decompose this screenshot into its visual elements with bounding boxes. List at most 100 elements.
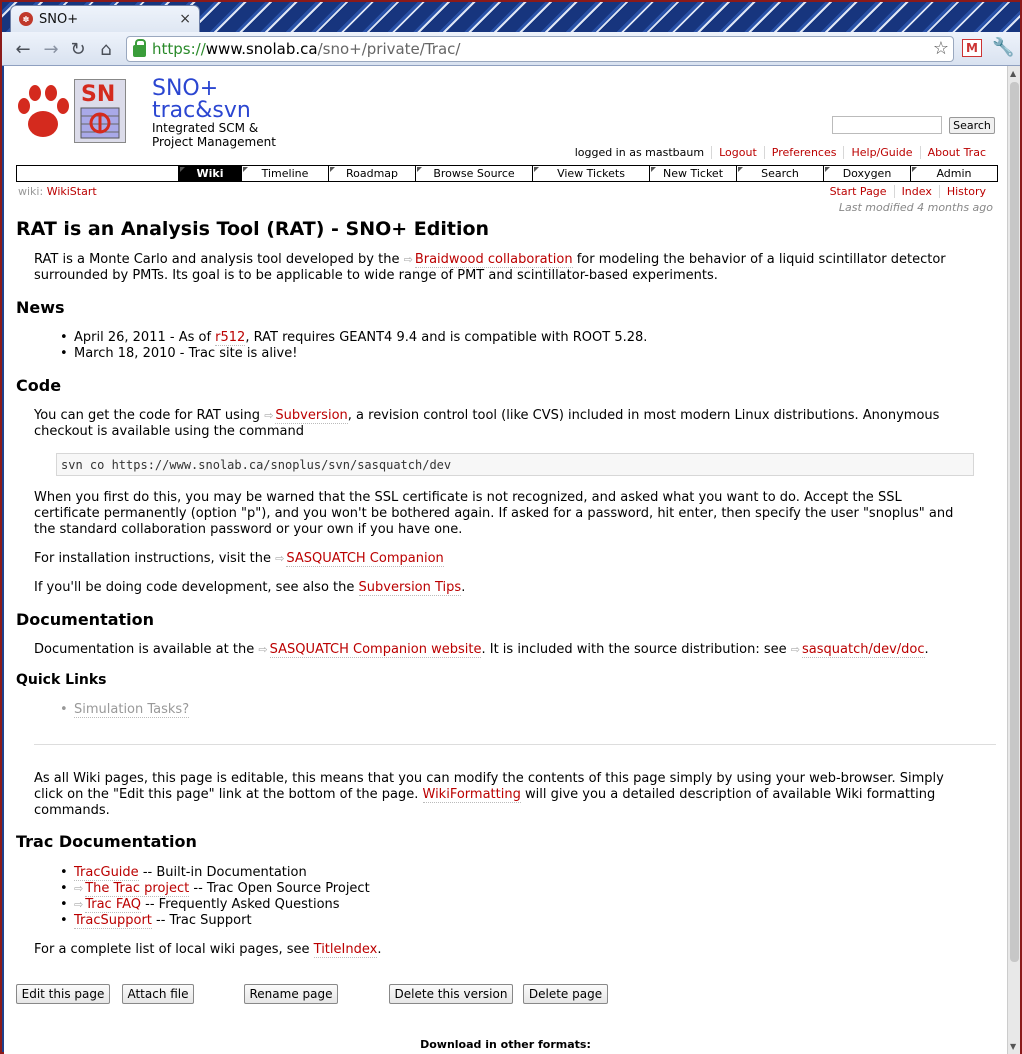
nav-admin[interactable]: Admin (910, 166, 997, 181)
back-arrow-icon[interactable]: ← (12, 38, 34, 60)
page-title: RAT is an Analysis Tool (RAT) - SNO+ Edi… (16, 218, 490, 240)
edit-page-button[interactable]: Edit this page (16, 984, 110, 1004)
external-link-icon: ⇨ (264, 409, 274, 422)
edit-text-2: click on the "Edit this page" link at th… (34, 787, 419, 802)
code-paragraph: You can get the code for RAT using ⇨ Subv… (34, 408, 994, 440)
nav-wiki[interactable]: Wiki (178, 166, 241, 181)
intro-text-3: surrounded by PMTs. Its goal is to be ap… (34, 268, 718, 283)
nav-browse-source[interactable]: Browse Source (415, 166, 532, 181)
delete-page-button[interactable]: Delete page (523, 984, 608, 1004)
sasquatch-companion-link[interactable]: SASQUATCH Companion (286, 551, 444, 567)
subversion-tips-link[interactable]: Subversion Tips (358, 580, 462, 596)
delete-version-button[interactable]: Delete this version (389, 984, 513, 1004)
install-text: For installation instructions, visit the (34, 551, 272, 566)
news-text: April 26, 2011 - As of (74, 330, 212, 345)
scroll-down-icon[interactable]: ▼ (1010, 1042, 1016, 1051)
simulation-tasks-link[interactable]: Simulation Tasks? (74, 702, 190, 718)
code-text-3: checkout is available using the command (34, 424, 304, 439)
url-path: /sno+/private/Trac/ (317, 40, 461, 58)
braidwood-link[interactable]: Braidwood collaboration (414, 252, 573, 268)
help-guide-link[interactable]: Help/Guide (843, 146, 919, 159)
ssl-paragraph: When you first do this, you may be warne… (34, 490, 994, 538)
nav-roadmap[interactable]: Roadmap (328, 166, 415, 181)
home-icon[interactable]: ⌂ (95, 38, 117, 60)
doc-text-2: . It is included with the source distrib… (481, 642, 787, 657)
complete-text: For a complete list of local wiki pages,… (34, 942, 310, 957)
edit-text-1: As all Wiki pages, this page is editable… (34, 771, 944, 786)
download-formats-label: Download in other formats: (420, 1038, 591, 1051)
external-link-icon: ⇨ (790, 643, 801, 656)
svn-command-block: svn co https://www.snolab.ca/snoplus/svn… (56, 453, 974, 476)
title-index-link[interactable]: TitleIndex (313, 942, 378, 958)
search-input[interactable] (832, 116, 942, 134)
trac-project-link[interactable]: The Trac project (85, 881, 190, 897)
logout-link[interactable]: Logout (711, 146, 764, 159)
trac-doc-item: ⇨The Trac project -- Trac Open Source Pr… (60, 881, 370, 897)
dev-text: If you'll be doing code development, see… (34, 580, 355, 595)
editable-paragraph: As all Wiki pages, this page is editable… (34, 771, 994, 819)
browser-tab[interactable]: ✽ SNO+ × (10, 5, 200, 32)
documentation-paragraph: Documentation is available at the ⇨ SASQU… (34, 642, 994, 658)
close-tab-icon[interactable]: × (179, 11, 191, 27)
sno-logo: SN (74, 79, 126, 143)
intro-text-2: for modeling the behavior of a liquid sc… (576, 252, 946, 267)
wrench-menu-icon[interactable]: 🔧 (992, 37, 1014, 58)
install-paragraph: For installation instructions, visit the… (34, 551, 994, 567)
history-link[interactable]: History (938, 185, 993, 198)
tab-title: SNO+ (39, 11, 79, 27)
wiki-formatting-link[interactable]: WikiFormatting (422, 787, 521, 803)
attach-file-button[interactable]: Attach file (122, 984, 194, 1004)
external-link-icon: ⇨ (74, 882, 84, 895)
dev-paragraph: If you'll be doing code development, see… (34, 580, 994, 596)
rename-page-button[interactable]: Rename page (244, 984, 338, 1004)
code-text: You can get the code for RAT using (34, 408, 261, 423)
trac-doc-item: TracGuide -- Built-in Documentation (60, 865, 307, 881)
about-trac-link[interactable]: About Trac (919, 146, 993, 159)
nav-search[interactable]: Search (736, 166, 823, 181)
preferences-link[interactable]: Preferences (763, 146, 844, 159)
quick-links-heading: Quick Links (16, 672, 107, 688)
external-link-icon: ⇨ (74, 898, 84, 911)
complete-list-paragraph: For a complete list of local wiki pages,… (34, 942, 994, 958)
scroll-up-icon[interactable]: ▲ (1010, 69, 1016, 78)
bookmark-star-icon[interactable]: ☆ (933, 38, 949, 59)
start-page-link[interactable]: Start Page (823, 185, 894, 198)
trac-doc-item: ⇨Trac FAQ -- Frequently Asked Questions (60, 897, 340, 913)
trac-support-link[interactable]: TracSupport (74, 913, 152, 929)
nav-view-tickets[interactable]: View Tickets (532, 166, 649, 181)
sno-logo-text: SN (81, 82, 116, 107)
intro-text: RAT is a Monte Carlo and analysis tool d… (34, 252, 400, 267)
main-nav: Wiki Timeline Roadmap Browse Source View… (16, 165, 998, 182)
doc-source-link[interactable]: sasquatch/dev/doc (802, 642, 925, 658)
nav-timeline[interactable]: Timeline (241, 166, 328, 181)
url-scheme: https:// (152, 40, 206, 58)
url-host: www.snolab.ca (205, 40, 318, 58)
tab-strip: ✽ SNO+ × (2, 2, 1020, 32)
trac-faq-link[interactable]: Trac FAQ (85, 897, 142, 913)
nav-doxygen[interactable]: Doxygen (823, 166, 910, 181)
forward-arrow-icon[interactable]: → (40, 38, 62, 60)
breadcrumb-page[interactable]: WikiStart (47, 185, 97, 198)
nav-new-ticket[interactable]: New Ticket (649, 166, 736, 181)
trac-documentation-heading: Trac Documentation (16, 832, 197, 851)
trac-guide-link[interactable]: TracGuide (74, 865, 139, 881)
sasquatch-website-link[interactable]: SASQUATCH Companion website (269, 642, 482, 658)
address-bar[interactable]: https:// www.snolab.ca /sno+/private/Tra… (126, 36, 954, 62)
doc-text: Documentation is available at the (34, 642, 255, 657)
index-link[interactable]: Index (893, 185, 939, 198)
r512-link[interactable]: r512 (215, 330, 246, 346)
reload-icon[interactable]: ↻ (67, 38, 89, 60)
browser-window: ✽ SNO+ × ← → ↻ ⌂ https:// www.snolab.ca … (0, 0, 1022, 1054)
trac-doc-desc: -- Built-in Documentation (142, 865, 307, 880)
scroll-thumb[interactable] (1010, 82, 1019, 962)
vertical-scrollbar[interactable]: ▲ ▼ (1007, 66, 1020, 1054)
brand-title: SNO+ (152, 76, 219, 101)
news-text-2: , RAT requires GEANT4 9.4 and is compati… (245, 330, 648, 345)
browser-toolbar: ← → ↻ ⌂ https:// www.snolab.ca /sno+/pri… (2, 32, 1020, 66)
edit-text-3: will give you a detailed description of … (524, 787, 936, 802)
trac-doc-desc: -- Frequently Asked Questions (145, 897, 340, 912)
search-button[interactable]: Search (949, 117, 995, 134)
gmail-icon[interactable]: M (962, 39, 982, 57)
subversion-link[interactable]: Subversion (275, 408, 348, 424)
news-heading: News (16, 298, 65, 317)
